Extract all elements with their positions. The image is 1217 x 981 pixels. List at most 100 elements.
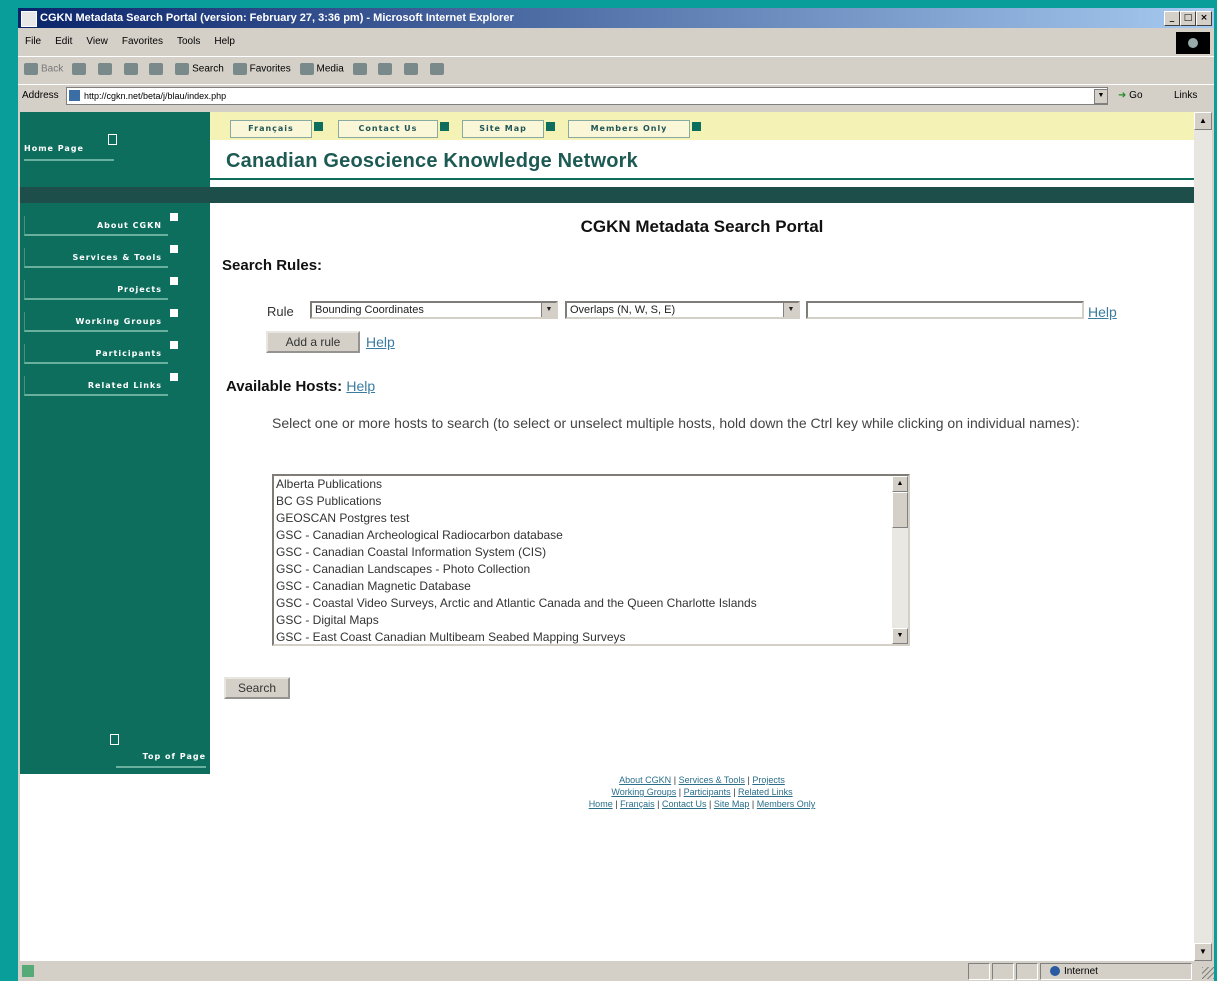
back-arrow-icon xyxy=(24,63,38,75)
list-item[interactable]: GSC - East Coast Canadian Multibeam Seab… xyxy=(276,629,886,644)
print-icon xyxy=(404,63,419,75)
site-title: Canadian Geoscience Knowledge Network xyxy=(226,150,638,172)
scroll-up-icon[interactable]: ▲ xyxy=(892,476,908,492)
media-icon xyxy=(299,63,314,75)
sidebar-item-related-links[interactable]: Related Links xyxy=(24,376,168,396)
edit-button[interactable] xyxy=(429,63,447,75)
footer-links: About CGKN | Services & Tools | Projects… xyxy=(210,774,1194,810)
menu-help[interactable]: Help xyxy=(207,32,242,51)
maximize-button[interactable]: □ xyxy=(1180,11,1196,26)
footer-link-contact[interactable]: Contact Us xyxy=(662,799,707,809)
list-item[interactable]: BC GS Publications xyxy=(276,493,886,510)
topnav-contact-us[interactable]: Contact Us xyxy=(338,120,438,138)
list-item[interactable]: GSC - Canadian Archeological Radiocarbon… xyxy=(276,527,886,544)
topnav-francais[interactable]: Français xyxy=(230,120,312,138)
flag-icon xyxy=(170,341,178,349)
add-rule-help-link[interactable]: Help xyxy=(366,334,395,350)
footer-line-1: About CGKN | Services & Tools | Projects xyxy=(619,775,785,785)
footer-link-working-groups[interactable]: Working Groups xyxy=(611,787,676,797)
footer-link-participants[interactable]: Participants xyxy=(684,787,731,797)
menu-file[interactable]: File xyxy=(18,32,48,51)
hosts-instructions: Select one or more hosts to search (to s… xyxy=(272,415,1080,431)
rule-help-link[interactable]: Help xyxy=(1088,304,1117,320)
home-toolbar-button[interactable] xyxy=(149,63,166,75)
security-zone: Internet xyxy=(1050,966,1098,977)
sidebar-item-projects[interactable]: Projects xyxy=(24,280,168,300)
footer-link-projects[interactable]: Projects xyxy=(752,775,785,785)
sidebar-item-services[interactable]: Services & Tools xyxy=(24,248,168,268)
footer-link-about[interactable]: About CGKN xyxy=(619,775,671,785)
hosts-scrollbar[interactable]: ▲ ▼ xyxy=(892,476,908,644)
list-item[interactable]: GSC - Coastal Video Surveys, Arctic and … xyxy=(276,595,886,612)
address-field[interactable]: http://cgkn.net/beta/j/blau/index.php xyxy=(66,87,1108,105)
footer-link-site-map[interactable]: Site Map xyxy=(714,799,750,809)
topnav-members-only[interactable]: Members Only xyxy=(568,120,690,138)
stop-button[interactable] xyxy=(97,63,115,75)
top-of-page-button[interactable]: Top of Page xyxy=(116,748,206,768)
list-item[interactable]: GEOSCAN Postgres test xyxy=(276,510,886,527)
menu-favorites[interactable]: Favorites xyxy=(115,32,170,51)
footer-link-francais[interactable]: Français xyxy=(620,799,655,809)
home-page-button[interactable]: Home Page xyxy=(24,139,114,161)
search-button[interactable]: Search xyxy=(224,677,290,699)
sidebar-item-participants[interactable]: Participants xyxy=(24,344,168,364)
home-icon xyxy=(149,63,164,75)
print-button[interactable] xyxy=(404,63,421,75)
scroll-down-icon[interactable]: ▼ xyxy=(892,628,908,644)
history-icon xyxy=(352,63,367,75)
flag-icon xyxy=(440,122,449,131)
close-button[interactable]: × xyxy=(1196,11,1212,26)
favorites-toolbar-label: Favorites xyxy=(249,63,291,75)
add-rule-button[interactable]: Add a rule xyxy=(266,331,360,353)
search-toolbar-button[interactable]: Search xyxy=(175,63,224,75)
status-segment xyxy=(968,963,990,980)
favorites-toolbar-button[interactable]: Favorites xyxy=(232,63,291,75)
scroll-down-icon[interactable]: ▼ xyxy=(1194,943,1212,961)
scroll-thumb[interactable] xyxy=(892,492,908,528)
go-button[interactable]: ➜ Go xyxy=(1118,90,1143,101)
forward-button[interactable] xyxy=(72,63,89,75)
list-item[interactable]: GSC - Canadian Coastal Information Syste… xyxy=(276,544,886,561)
page-title: CGKN Metadata Search Portal xyxy=(580,217,824,236)
flag-icon xyxy=(170,373,178,381)
sidebar-item-working-groups[interactable]: Working Groups xyxy=(24,312,168,332)
minimize-button[interactable]: _ xyxy=(1164,11,1180,26)
footer-link-home[interactable]: Home xyxy=(589,799,613,809)
rule-value-input[interactable] xyxy=(806,301,1084,319)
rule-operator-select[interactable]: Overlaps (N, W, S, E) ▼ xyxy=(565,301,800,319)
refresh-icon xyxy=(123,63,138,75)
resize-grip-icon[interactable] xyxy=(1202,967,1214,979)
go-label: Go xyxy=(1129,90,1143,101)
menu-view[interactable]: View xyxy=(79,32,115,51)
history-button[interactable] xyxy=(352,63,370,75)
refresh-button[interactable] xyxy=(123,63,141,75)
forward-arrow-icon xyxy=(72,63,87,75)
list-item[interactable]: GSC - Digital Maps xyxy=(276,612,886,629)
hosts-listbox[interactable]: Alberta Publications BC GS Publications … xyxy=(272,474,910,646)
list-item[interactable]: GSC - Canadian Magnetic Database xyxy=(276,578,886,595)
list-item[interactable]: Alberta Publications xyxy=(276,476,886,493)
mail-button[interactable] xyxy=(378,63,395,75)
footer-link-services[interactable]: Services & Tools xyxy=(679,775,745,785)
links-button[interactable]: Links xyxy=(1174,90,1197,101)
go-arrow-icon: ➜ xyxy=(1118,90,1127,101)
media-toolbar-button[interactable]: Media xyxy=(299,63,344,75)
back-button[interactable]: Back xyxy=(24,63,63,75)
search-rules-heading: Search Rules: xyxy=(222,257,323,274)
footer-link-members[interactable]: Members Only xyxy=(757,799,816,809)
address-dropdown[interactable]: ▼ xyxy=(1094,89,1108,104)
chevron-down-icon: ▼ xyxy=(783,303,798,317)
address-bar: Address http://cgkn.net/beta/j/blau/inde… xyxy=(18,84,1214,107)
menu-tools[interactable]: Tools xyxy=(170,32,207,51)
title-bar: CGKN Metadata Search Portal (version: Fe… xyxy=(18,8,1214,28)
menu-edit[interactable]: Edit xyxy=(48,32,79,51)
hosts-help-link[interactable]: Help xyxy=(346,378,375,394)
rule-field-select[interactable]: Bounding Coordinates ▼ xyxy=(310,301,558,319)
page-scrollbar[interactable]: ▲ ▼ xyxy=(1194,112,1212,961)
flag-icon xyxy=(692,122,701,131)
scroll-up-icon[interactable]: ▲ xyxy=(1194,112,1212,130)
topnav-site-map[interactable]: Site Map xyxy=(462,120,544,138)
footer-link-related-links[interactable]: Related Links xyxy=(738,787,793,797)
sidebar-item-about[interactable]: About CGKN xyxy=(24,216,168,236)
list-item[interactable]: GSC - Canadian Landscapes - Photo Collec… xyxy=(276,561,886,578)
